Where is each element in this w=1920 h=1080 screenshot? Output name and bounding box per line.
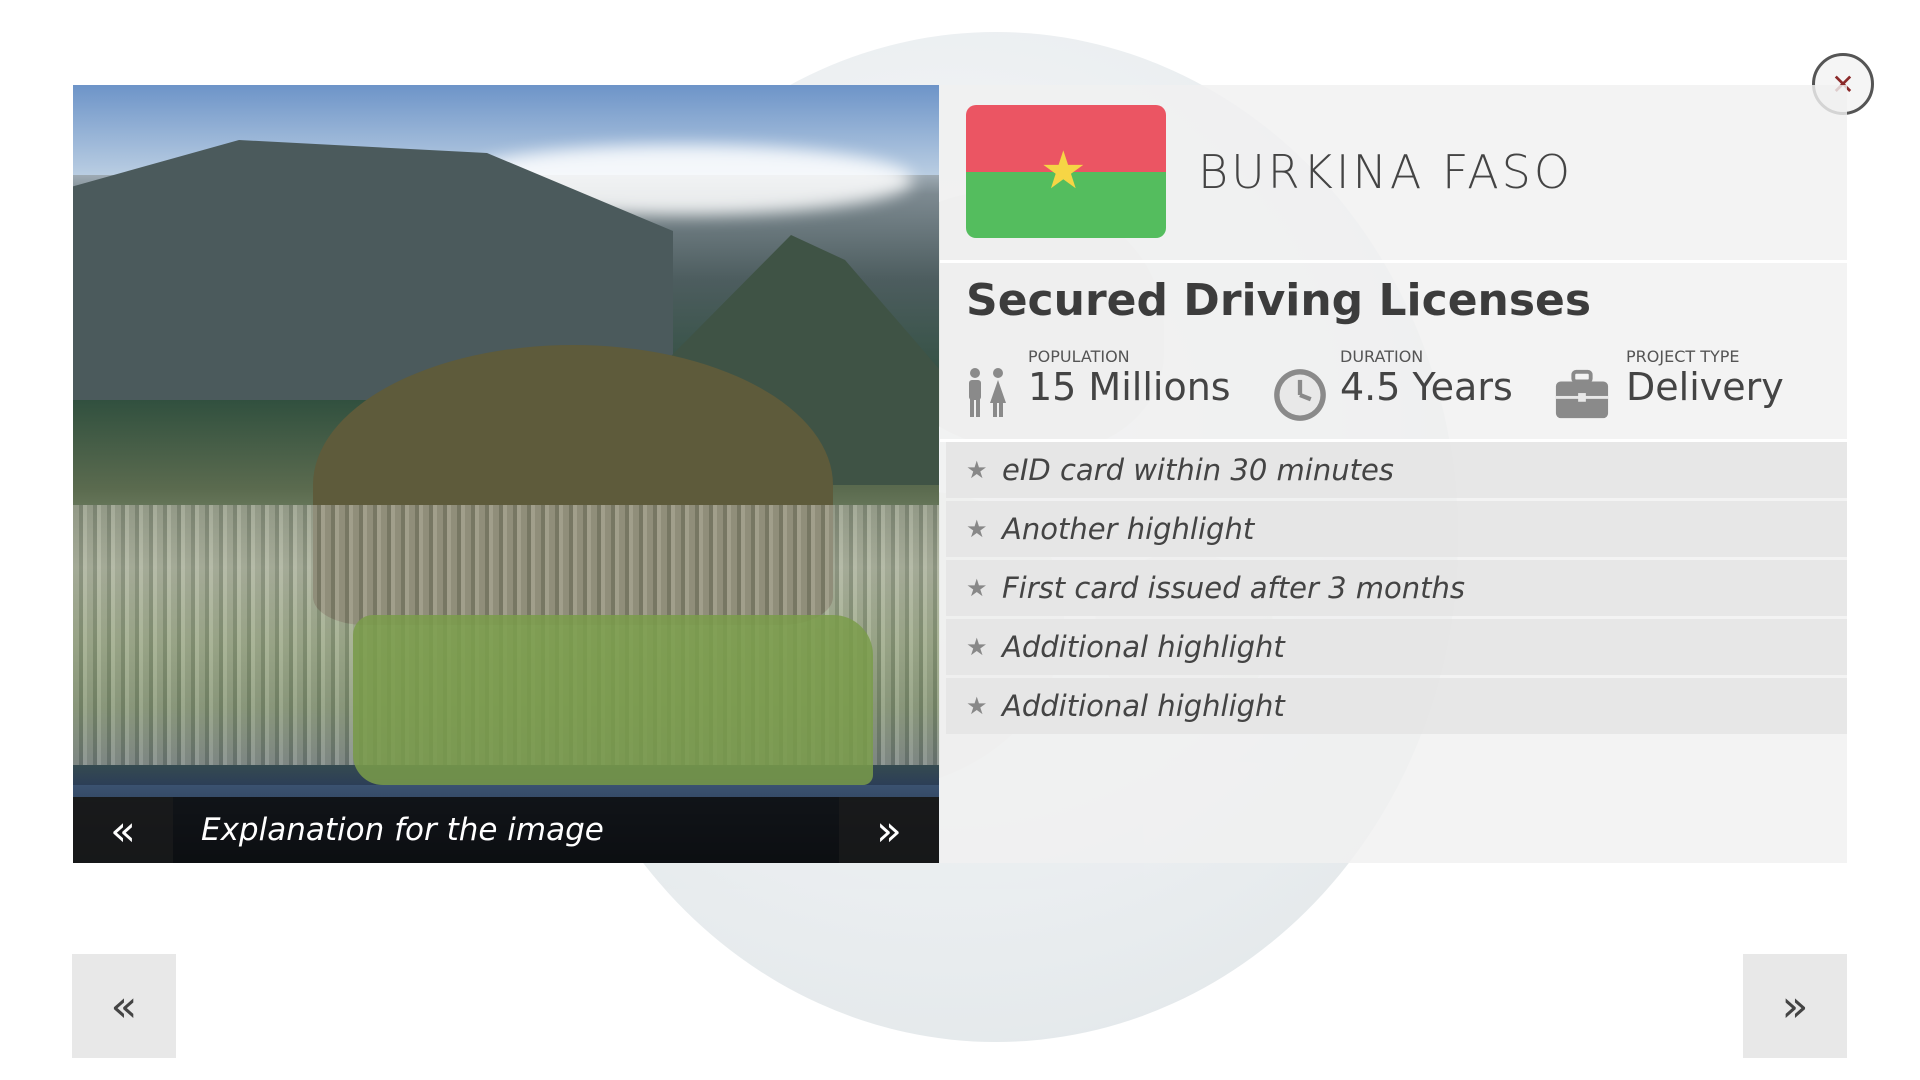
clock-icon [1274,369,1326,421]
star-icon: ★ [966,574,988,602]
stat-value: 4.5 Years [1340,365,1513,409]
list-item: ★ First card issued after 3 months [946,560,1847,616]
stat-label: PROJECT TYPE [1626,347,1740,366]
highlight-text: First card issued after 3 months [1002,571,1465,605]
stat-value: 15 Millions [1028,365,1231,409]
double-chevron-left-icon: « [110,805,136,855]
image-caption: Explanation for the image [201,812,604,848]
double-chevron-left-icon: « [110,980,138,1032]
stat-label: DURATION [1340,347,1424,366]
list-item: ★ Another highlight [946,501,1847,557]
previous-project-button[interactable]: « [72,954,176,1058]
people-icon [969,368,1006,417]
project-stats: POPULATION 15 Millions DURATION 4.5 Year… [940,347,1847,442]
double-chevron-right-icon: » [1781,980,1809,1032]
star-icon: ★ [966,456,988,484]
stat-label: POPULATION [1028,347,1130,366]
star-icon: ★ [966,633,988,661]
star-icon: ★ [966,515,988,543]
image-caption-bar: « Explanation for the image » [73,797,939,863]
double-chevron-right-icon: » [876,805,902,855]
highlight-text: eID card within 30 minutes [1002,453,1394,487]
gallery-prev-button[interactable]: « [73,797,173,863]
country-name: BURKINA FASO [1198,145,1574,199]
highlights-list: ★ eID card within 30 minutes ★ Another h… [946,442,1847,737]
highlight-text: Additional highlight [1002,630,1285,664]
project-info-panel: ★ BURKINA FASO Secured Driving Licenses … [940,85,1847,863]
list-item: ★ eID card within 30 minutes [946,442,1847,498]
star-icon: ★ [966,692,988,720]
list-item: ★ Additional highlight [946,619,1847,675]
project-title: Secured Driving Licenses [966,275,1592,326]
stat-value: Delivery [1626,365,1784,409]
country-flag: ★ [966,105,1166,238]
gallery-next-button[interactable]: » [839,797,939,863]
list-item: ★ Additional highlight [946,678,1847,734]
country-header: ★ BURKINA FASO [940,85,1847,263]
highlight-text: Another highlight [1002,512,1255,546]
briefcase-icon [1555,369,1609,419]
star-icon: ★ [1040,141,1087,201]
next-project-button[interactable]: » [1743,954,1847,1058]
gallery-image [73,85,939,863]
highlight-text: Additional highlight [1002,689,1285,723]
